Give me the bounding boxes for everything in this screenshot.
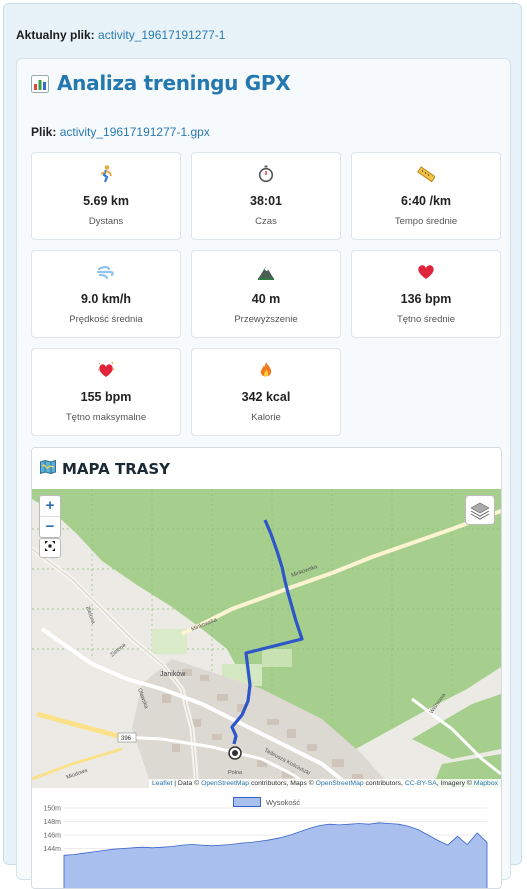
map-attribution: Leaflet | Data © OpenStreetMap contribut… <box>148 779 501 788</box>
stat-card-max-hr: 155 bpm Tętno maksymalne <box>31 348 181 436</box>
attribution-text: contributors, Maps © <box>249 780 316 787</box>
leaflet-link[interactable]: Leaflet <box>152 780 172 787</box>
layers-button[interactable] <box>465 495 495 525</box>
heart-icon <box>352 263 500 281</box>
road-label: Polna <box>228 770 243 776</box>
map-tiles: Minkowska Minkowska Zielona Zielona Jani… <box>32 489 501 788</box>
route-map-section: MAPA TRASY Minkowska Minkowska Zielona Z… <box>31 447 502 889</box>
place-label: Janików <box>160 671 186 678</box>
stat-label: Tętno maksymalne <box>65 412 147 423</box>
zoom-in-button[interactable]: + <box>40 496 60 517</box>
stopwatch-icon <box>192 165 340 183</box>
map-title-text: MAPA TRASY <box>62 460 171 478</box>
attribution-text: , Imagery © <box>436 780 474 787</box>
mapbox-link[interactable]: Mapbox <box>474 780 498 787</box>
osm-link[interactable]: OpenStreetMap <box>201 780 249 787</box>
stat-value: 136 bpm <box>400 292 452 306</box>
stat-card-calories: 342 kcal Kalorie <box>191 348 341 436</box>
bar-chart-icon <box>31 74 49 93</box>
stat-value: 342 kcal <box>241 390 291 404</box>
layers-icon <box>470 502 490 520</box>
page-container: Aktualny plik: activity_19617191277-1 An… <box>3 3 522 889</box>
file-line: Plik: activity_19617191277-1.gpx <box>31 125 210 139</box>
y-tick-label: 150m <box>43 806 61 813</box>
stat-label: Przewyższenie <box>234 314 298 325</box>
map-icon <box>40 459 56 478</box>
analysis-panel: Analiza treningu GPX Plik: activity_1961… <box>16 58 511 889</box>
stat-value: 40 m <box>251 292 281 306</box>
route-map[interactable]: Minkowska Minkowska Zielona Zielona Jani… <box>32 489 501 788</box>
license-link[interactable]: CC-BY-SA <box>405 780 437 787</box>
mountain-icon <box>192 263 340 281</box>
panel-title-text: Analiza treningu GPX <box>57 71 291 95</box>
map-title: MAPA TRASY <box>40 459 171 478</box>
stat-value: 6:40 /km <box>400 194 452 208</box>
sparkling-heart-icon <box>32 361 180 379</box>
file-label: Plik: <box>31 125 57 139</box>
elevation-series <box>63 822 488 888</box>
runner-icon <box>32 165 180 183</box>
current-file-label: Aktualny plik: <box>16 28 95 42</box>
stat-label: Kalorie <box>251 412 281 423</box>
road-number: 396 <box>121 736 132 742</box>
stat-card-avg-hr: 136 bpm Tętno średnie <box>351 250 501 338</box>
y-tick-label: 144m <box>43 846 61 853</box>
attribution-text: contributors, <box>363 780 405 787</box>
panel-title: Analiza treningu GPX <box>31 71 291 95</box>
stat-card-speed: 9.0 km/h Prędkość średnia <box>31 250 181 338</box>
fullscreen-button[interactable] <box>39 538 61 558</box>
zoom-control: + − <box>39 495 61 538</box>
y-tick-label: 148m <box>43 819 61 826</box>
stat-card-pace: 6:40 /km Tempo średnie <box>351 152 501 240</box>
stat-label: Tempo średnie <box>394 216 458 227</box>
current-file-link[interactable]: activity_19617191277-1 <box>98 28 225 42</box>
stat-label: Czas <box>255 216 277 227</box>
stat-value: 38:01 <box>250 194 282 208</box>
stat-card-elevation: 40 m Przewyższenie <box>191 250 341 338</box>
stat-label: Dystans <box>88 216 124 227</box>
stat-value: 9.0 km/h <box>80 292 132 306</box>
current-file-line: Aktualny plik: activity_19617191277-1 <box>16 28 225 42</box>
y-tick-label: 146m <box>43 833 61 840</box>
stat-label: Tętno średnie <box>396 314 456 325</box>
zoom-out-button[interactable]: − <box>40 517 60 537</box>
stat-label: Prędkość średnia <box>69 314 143 325</box>
stat-card-distance: 5.69 km Dystans <box>31 152 181 240</box>
stat-value: 5.69 km <box>83 194 129 208</box>
stat-value: 155 bpm <box>80 390 132 404</box>
stat-card-time: 38:01 Czas <box>191 152 341 240</box>
osm-link[interactable]: OpenStreetMap <box>316 780 364 787</box>
file-link[interactable]: activity_19617191277-1.gpx <box>60 125 210 139</box>
fire-icon <box>192 361 340 379</box>
elevation-chart[interactable]: 150m 148m 146m 144m <box>32 805 501 889</box>
wind-icon <box>32 263 180 281</box>
ruler-icon <box>352 165 500 183</box>
fullscreen-icon <box>45 541 55 551</box>
attribution-text: | Data © <box>172 780 202 787</box>
